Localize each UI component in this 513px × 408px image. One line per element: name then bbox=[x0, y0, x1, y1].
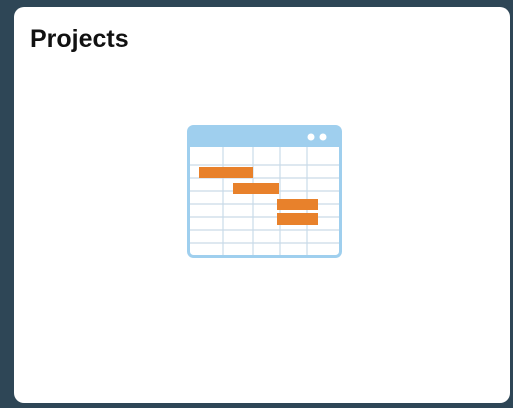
gantt-bar bbox=[199, 167, 253, 178]
gantt-bar bbox=[233, 183, 279, 194]
icon-dot bbox=[319, 133, 327, 141]
gantt-bar bbox=[277, 213, 318, 225]
gantt-bar bbox=[277, 199, 318, 210]
gantt-chart-icon bbox=[187, 125, 342, 258]
projects-tile[interactable]: Projects bbox=[14, 7, 510, 403]
icon-dot bbox=[307, 133, 315, 141]
tile-title: Projects bbox=[30, 25, 129, 53]
icon-window-header bbox=[188, 126, 341, 147]
